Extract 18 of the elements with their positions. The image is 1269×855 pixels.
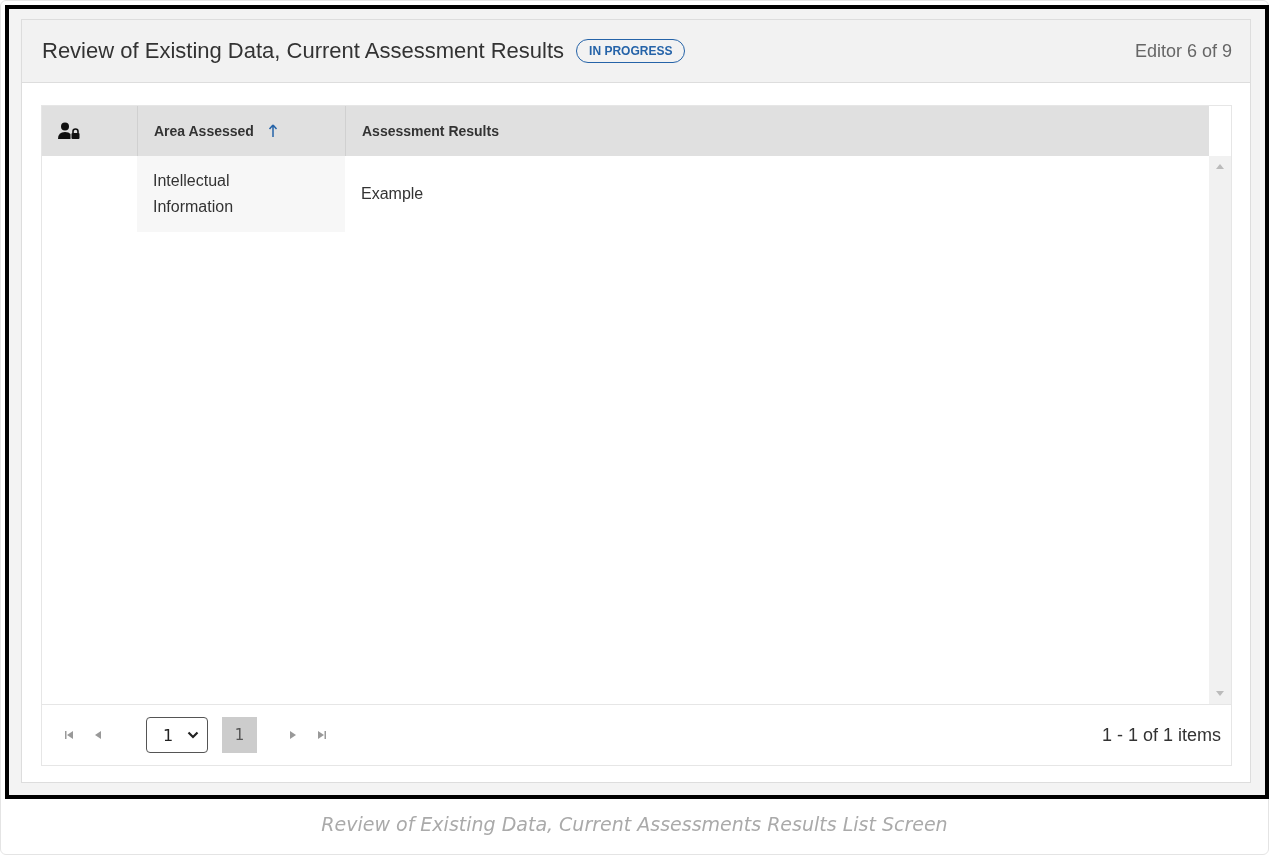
last-page-icon <box>316 730 326 740</box>
column-header[interactable]: Assessment Results <box>345 106 1209 156</box>
scroll-up-icon <box>1216 164 1224 169</box>
panel-title: Review of Existing Data, Current Assessment Results <box>42 38 565 64</box>
editor-counter: Editor 6 of 9 <box>1134 40 1232 62</box>
column-header[interactable]: Area Assessed <box>137 106 345 156</box>
scrollbar[interactable] <box>1209 156 1231 704</box>
user-lock-icon <box>58 122 80 140</box>
items-summary: 1 - 1 of 1 items <box>1101 724 1221 746</box>
page-button[interactable]: 1 <box>222 717 257 753</box>
table-cell: Intellectual Information <box>137 156 345 232</box>
scroll-down-icon <box>1216 691 1224 696</box>
next-page-icon <box>288 730 298 740</box>
chevron-down-icon <box>187 731 199 739</box>
figure-caption: Review of Existing Data, Current Assessments Results List Screen <box>321 812 948 835</box>
first-page-icon <box>65 730 75 740</box>
previous-page-icon <box>93 730 103 740</box>
page-select[interactable]: 1 <box>146 717 208 753</box>
